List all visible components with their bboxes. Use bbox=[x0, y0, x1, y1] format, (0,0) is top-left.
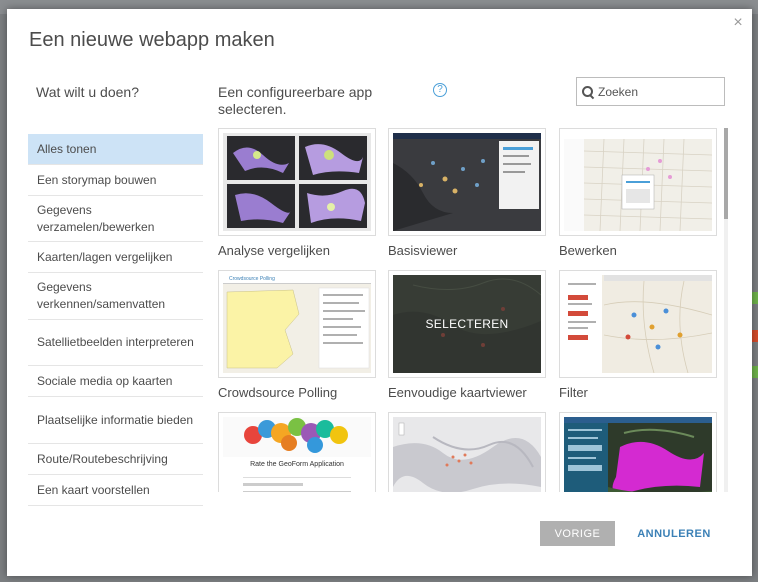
app-label: Analyse vergelijken bbox=[218, 243, 331, 258]
speech-bubbles-image bbox=[223, 417, 371, 457]
main-heading: Een configureerbare app selecteren. bbox=[218, 84, 373, 117]
select-overlay[interactable]: SELECTEREN bbox=[393, 275, 541, 373]
search-icon bbox=[581, 85, 595, 99]
map-thumbnail-image bbox=[564, 417, 712, 492]
app-thumbnail[interactable]: Crowdsource Polling bbox=[218, 270, 376, 378]
category-item-present-map[interactable]: Een kaart voorstellen bbox=[28, 475, 203, 506]
create-webapp-dialog: Een nieuwe webapp maken × Wat wilt u doe… bbox=[7, 9, 752, 576]
map-thumbnail-image bbox=[223, 133, 371, 231]
map-thumbnail-image bbox=[393, 133, 541, 231]
app-card-simple-viewer[interactable]: SELECTEREN Eenvoudige kaartviewer bbox=[388, 270, 546, 400]
category-item-show-all[interactable]: Alles tonen bbox=[28, 134, 203, 165]
category-item-compare[interactable]: Kaarten/lagen vergelijken bbox=[28, 242, 203, 273]
app-label: Crowdsource Polling bbox=[218, 385, 338, 400]
app-thumbnail[interactable] bbox=[218, 128, 376, 236]
close-icon[interactable]: × bbox=[730, 15, 746, 31]
map-thumbnail-image bbox=[223, 284, 371, 373]
app-card-edit[interactable]: Bewerken bbox=[559, 128, 717, 258]
app-card-geoform[interactable]: Rate the GeoForm Application bbox=[218, 412, 376, 492]
search-box[interactable] bbox=[576, 77, 725, 106]
app-card-compare-analysis[interactable]: Analyse vergelijken bbox=[218, 128, 376, 258]
category-label: Een kaart voorstellen bbox=[37, 482, 150, 497]
form-placeholder bbox=[243, 483, 303, 486]
app-card-crowdsource-polling[interactable]: Crowdsource Polling Crowdsource Polling bbox=[218, 270, 376, 400]
category-label: Gegevens verzamelen/bewerken bbox=[37, 202, 155, 234]
help-icon[interactable]: ? bbox=[433, 83, 447, 97]
thumb-app-title: Rate the GeoForm Application bbox=[250, 461, 344, 468]
app-thumbnail[interactable]: Rate the GeoForm Application bbox=[218, 412, 376, 492]
category-list: Alles tonen Een storymap bouwen Gegevens… bbox=[28, 134, 203, 508]
background-status-mark bbox=[752, 330, 758, 342]
category-item-explore[interactable]: Gegevens verkennen/samenvatten bbox=[28, 273, 203, 320]
form-divider bbox=[243, 477, 351, 478]
category-item-route[interactable]: Route/Routebeschrijving bbox=[28, 444, 203, 475]
scrollbar-thumb[interactable] bbox=[724, 128, 728, 219]
app-thumbnail[interactable] bbox=[559, 412, 717, 492]
app-thumbnail[interactable]: SELECTEREN bbox=[388, 270, 546, 378]
search-input[interactable] bbox=[598, 84, 718, 99]
app-label: Eenvoudige kaartviewer bbox=[388, 385, 527, 400]
category-item-storymap[interactable]: Een storymap bouwen bbox=[28, 165, 203, 196]
map-thumbnail-image bbox=[564, 275, 713, 374]
cancel-button[interactable]: ANNULEREN bbox=[629, 521, 719, 546]
app-grid-scrollbar[interactable] bbox=[724, 128, 728, 492]
app-thumbnail[interactable] bbox=[388, 412, 546, 492]
category-item-social[interactable]: Sociale media op kaarten bbox=[28, 366, 203, 397]
category-item-imagery[interactable]: Satellietbeelden interpreteren bbox=[28, 320, 203, 366]
category-label: Kaarten/lagen vergelijken bbox=[37, 249, 173, 264]
category-label: Sociale media op kaarten bbox=[37, 373, 173, 388]
map-thumbnail-image bbox=[564, 133, 713, 232]
app-card-filter[interactable]: Filter bbox=[559, 270, 717, 400]
category-label: Satellietbeelden interpreteren bbox=[37, 335, 194, 349]
app-label: Bewerken bbox=[559, 243, 617, 258]
left-panel-heading: Wat wilt u doen? bbox=[36, 84, 139, 100]
app-thumbnail[interactable] bbox=[388, 128, 546, 236]
app-label: Basisviewer bbox=[388, 243, 458, 258]
app-thumbnail[interactable] bbox=[559, 270, 717, 378]
category-label: Route/Routebeschrijving bbox=[37, 451, 168, 466]
category-item-local-info[interactable]: Plaatselijke informatie bieden bbox=[28, 397, 203, 444]
app-card-imagery[interactable] bbox=[559, 412, 717, 492]
app-label: Filter bbox=[559, 385, 588, 400]
app-thumbnail[interactable] bbox=[559, 128, 717, 236]
thumb-app-title: Crowdsource Polling bbox=[223, 275, 371, 284]
background-status-mark bbox=[752, 292, 758, 304]
category-label: Gegevens verkennen/samenvatten bbox=[37, 280, 166, 311]
select-label: SELECTEREN bbox=[425, 317, 509, 331]
previous-button[interactable]: VORIGE bbox=[540, 521, 615, 546]
category-label: Alles tonen bbox=[37, 141, 97, 156]
category-label: Plaatselijke informatie bieden bbox=[37, 412, 194, 427]
background-status-mark bbox=[752, 366, 758, 378]
category-item-collect-edit[interactable]: Gegevens verzamelen/bewerken bbox=[28, 196, 203, 242]
dialog-title: Een nieuwe webapp maken bbox=[29, 29, 275, 51]
app-card-map-8[interactable] bbox=[388, 412, 546, 492]
form-placeholder bbox=[243, 491, 351, 492]
map-thumbnail-image bbox=[393, 417, 541, 492]
app-grid: Analyse vergelijken Basisviewer Bewerken… bbox=[218, 128, 718, 492]
app-card-basic-viewer[interactable]: Basisviewer bbox=[388, 128, 546, 258]
category-label: Een storymap bouwen bbox=[37, 172, 157, 187]
